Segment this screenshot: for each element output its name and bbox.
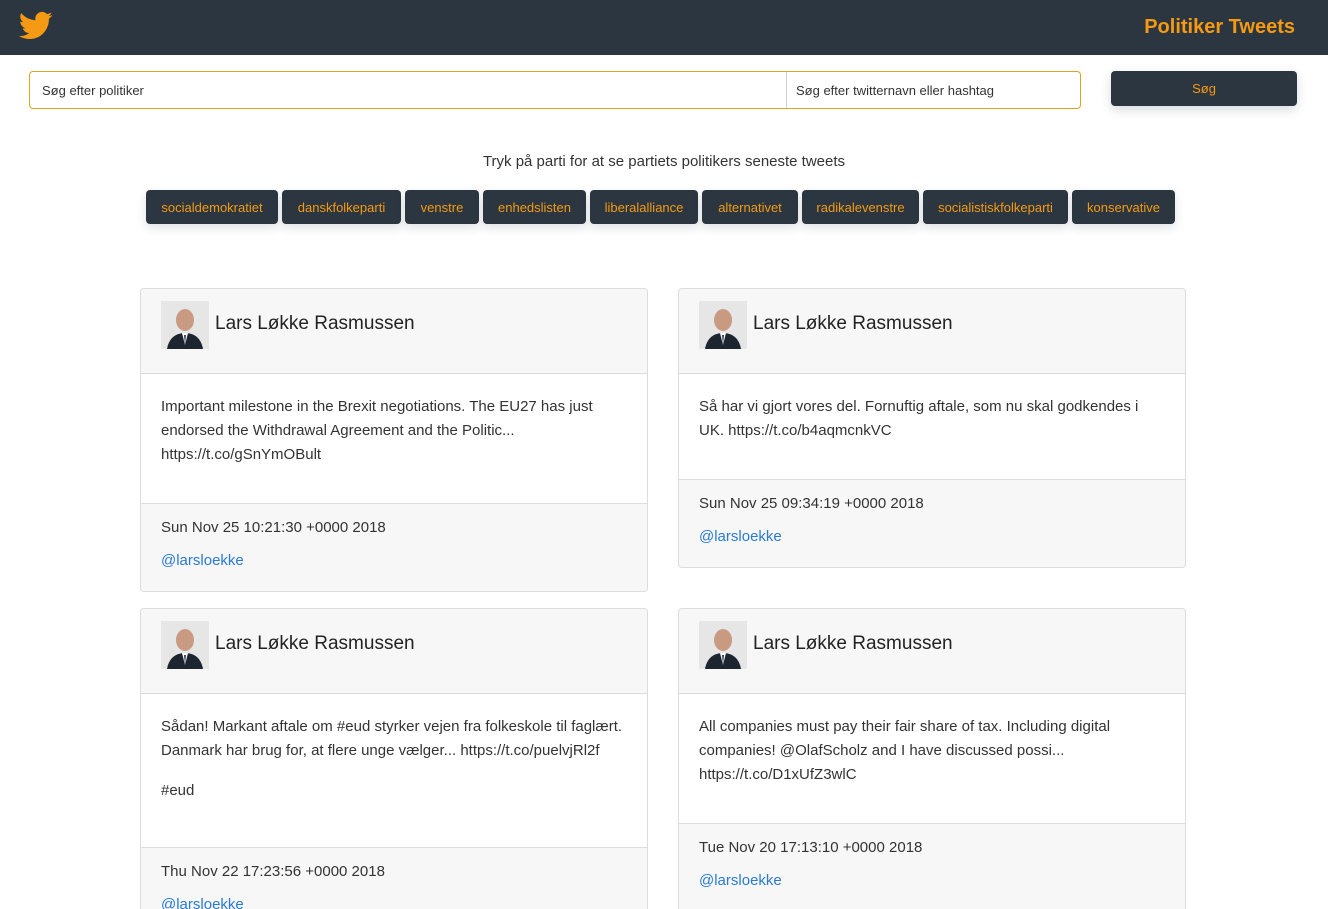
politician-avatar	[161, 301, 209, 349]
twitter-handle-link[interactable]: @larsloekke	[699, 872, 1165, 889]
navbar: Politiker Tweets	[0, 0, 1328, 55]
party-button-danskfolkeparti[interactable]: danskfolkeparti	[282, 190, 401, 224]
party-button-enhedslisten[interactable]: enhedslisten	[483, 190, 586, 224]
politician-avatar	[161, 621, 209, 669]
tweet-text: All companies must pay their fair share …	[699, 718, 1111, 783]
twitter-handle-link[interactable]: @larsloekke	[161, 896, 627, 909]
twitter-handle-link[interactable]: @larsloekke	[699, 528, 1165, 545]
twitter-bird-icon[interactable]	[19, 11, 53, 41]
politician-search-input[interactable]	[30, 72, 787, 108]
politician-name: Lars Løkke Rasmussen	[753, 633, 953, 654]
search-button[interactable]: Søg	[1111, 71, 1297, 106]
politician-name: Lars Løkke Rasmussen	[753, 313, 953, 334]
tweet-footer: Sun Nov 25 10:21:30 +0000 2018 @larsloek…	[141, 503, 647, 591]
tweet-card: Lars Løkke Rasmussen Sådan! Markant afta…	[140, 608, 648, 909]
politician-avatar	[699, 621, 747, 669]
politician-name: Lars Løkke Rasmussen	[215, 633, 415, 654]
tweet-date: Tue Nov 20 17:13:10 +0000 2018	[699, 839, 923, 856]
tweet-text: Sådan! Markant aftale om #eud styrker ve…	[161, 718, 623, 759]
tweet-card-header: Lars Løkke Rasmussen	[141, 289, 647, 374]
handle-hashtag-search-input[interactable]	[787, 72, 1080, 108]
tweet-card: Lars Løkke Rasmussen Så har vi gjort vor…	[678, 288, 1186, 568]
tweet-date: Thu Nov 22 17:23:56 +0000 2018	[161, 863, 385, 880]
party-button-radikalevenstre[interactable]: radikalevenstre	[802, 190, 919, 224]
tweet-text: Så har vi gjort vores del. Fornuftig aft…	[699, 398, 1139, 439]
tweet-text: Important milestone in the Brexit negoti…	[161, 398, 593, 463]
tweet-card-header: Lars Løkke Rasmussen	[679, 609, 1185, 694]
party-button-socialdemokratiet[interactable]: socialdemokratiet	[146, 190, 278, 224]
tweet-footer: Tue Nov 20 17:13:10 +0000 2018 @larsloek…	[679, 823, 1185, 909]
tweet-body: Så har vi gjort vores del. Fornuftig aft…	[679, 374, 1185, 479]
party-instruction-text: Tryk på parti for at se partiets politik…	[482, 153, 846, 170]
tweet-body: All companies must pay their fair share …	[679, 694, 1185, 823]
tweet-body: Sådan! Markant aftale om #eud styrker ve…	[141, 694, 647, 847]
tweet-hashtags[interactable]: #eud	[161, 779, 627, 803]
party-button-liberalalliance[interactable]: liberalalliance	[590, 190, 698, 224]
tweet-card: Lars Løkke Rasmussen Important milestone…	[140, 288, 648, 592]
tweet-date: Sun Nov 25 09:34:19 +0000 2018	[699, 495, 924, 512]
party-button-row: socialdemokratiet danskfolkeparti venstr…	[146, 190, 1175, 224]
party-button-socialistiskfolkeparti[interactable]: socialistiskfolkeparti	[923, 190, 1068, 224]
party-button-konservative[interactable]: konservative	[1072, 190, 1175, 224]
tweet-card-header: Lars Løkke Rasmussen	[679, 289, 1185, 374]
twitter-handle-link[interactable]: @larsloekke	[161, 552, 627, 569]
brand-title[interactable]: Politiker Tweets	[1144, 16, 1295, 39]
tweet-footer: Thu Nov 22 17:23:56 +0000 2018 @larsloek…	[141, 847, 647, 909]
party-button-alternativet[interactable]: alternativet	[702, 190, 798, 224]
tweet-card-header: Lars Løkke Rasmussen	[141, 609, 647, 694]
politician-name: Lars Løkke Rasmussen	[215, 313, 415, 334]
tweet-card: Lars Løkke Rasmussen All companies must …	[678, 608, 1186, 909]
politician-avatar	[699, 301, 747, 349]
party-button-venstre[interactable]: venstre	[405, 190, 479, 224]
tweet-date: Sun Nov 25 10:21:30 +0000 2018	[161, 519, 386, 536]
tweet-body: Important milestone in the Brexit negoti…	[141, 374, 647, 503]
tweet-footer: Sun Nov 25 09:34:19 +0000 2018 @larsloek…	[679, 479, 1185, 567]
search-bar	[29, 71, 1081, 109]
